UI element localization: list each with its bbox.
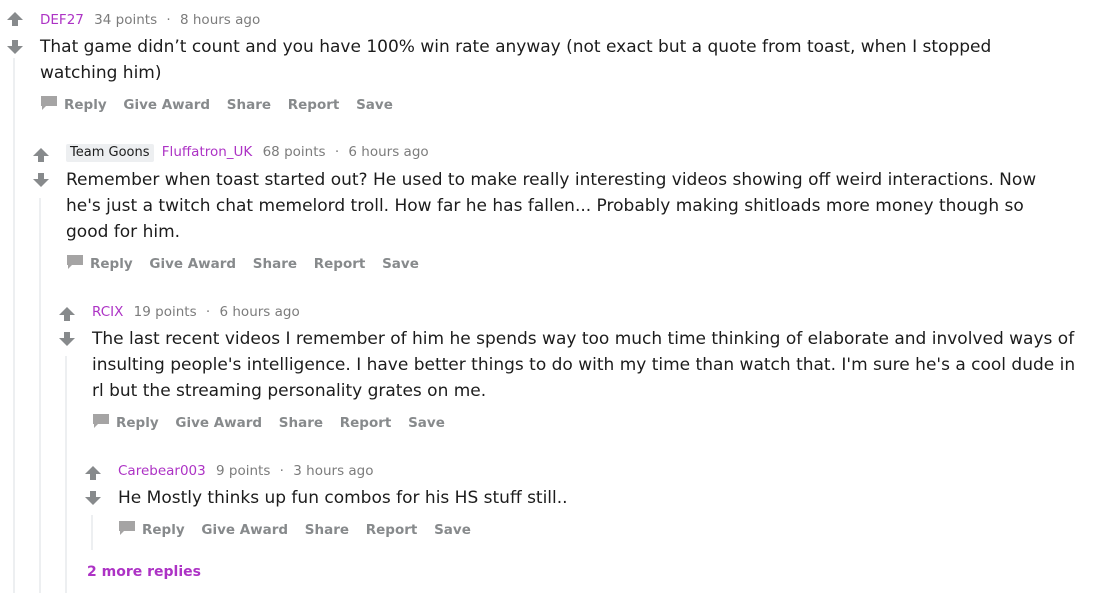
share-button[interactable]: Share	[305, 521, 349, 539]
give-award-button[interactable]: Give Award	[201, 521, 288, 539]
comment-actions: Reply Give Award Share Report Save	[118, 520, 483, 541]
save-button[interactable]: Save	[434, 521, 471, 539]
reply-label: Reply	[142, 522, 185, 538]
meta-separator: ·	[279, 463, 284, 479]
comment-body: He Mostly thinks up fun combos for his H…	[118, 488, 568, 508]
comment-carebear003: Carebear003 9 points · 3 hours ago He Mo…	[0, 0, 1097, 550]
comment-author[interactable]: Carebear003	[118, 463, 206, 479]
comment-points: 9 points	[216, 463, 271, 479]
report-button[interactable]: Report	[366, 521, 418, 539]
comment-timestamp[interactable]: 3 hours ago	[293, 463, 373, 479]
comment-meta: Carebear003 9 points · 3 hours ago	[118, 463, 374, 479]
more-replies-link[interactable]: 2 more replies	[87, 564, 201, 580]
reply-button[interactable]: Reply	[118, 520, 185, 541]
upvote-arrow-icon[interactable]	[83, 464, 103, 482]
comment-bubble-icon	[118, 520, 136, 541]
downvote-arrow-icon[interactable]	[83, 489, 103, 507]
